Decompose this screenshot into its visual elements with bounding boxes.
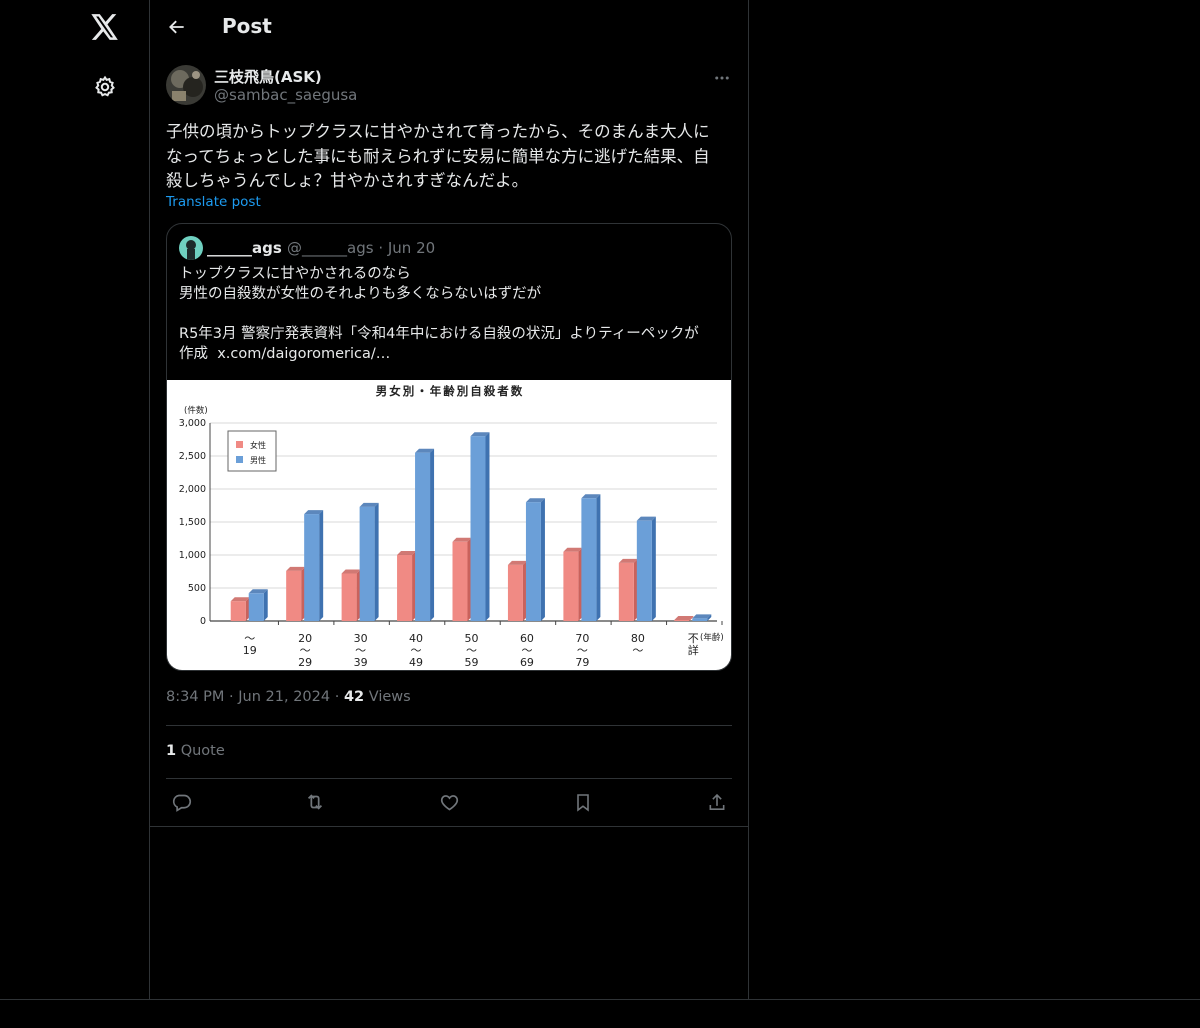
action-bar [166, 790, 732, 814]
y-tick-label: 3,000 [179, 418, 206, 429]
chart-bar [397, 555, 413, 621]
like-heart-icon[interactable] [437, 790, 461, 814]
chart-bar [452, 541, 468, 621]
quoted-handle-text: @______ags [287, 239, 374, 257]
author-name[interactable]: 三枝飛鳥(ASK) [214, 66, 322, 87]
chart-bar [692, 618, 708, 621]
legend-label-male: 男性 [250, 455, 266, 465]
x-tick-label: 49 [409, 656, 423, 669]
quoted-author-handle: @______ags · Jun 20 [287, 239, 435, 257]
chart-bar [286, 570, 302, 621]
legend-swatch-female [236, 441, 243, 448]
divider [0, 999, 1200, 1000]
divider [166, 778, 732, 779]
x-tick-label: 〜 [632, 644, 643, 657]
legend-swatch-male [236, 456, 243, 463]
x-tick-label: 29 [298, 656, 312, 669]
quoted-post[interactable]: ______ags @______ags · Jun 20 トップクラスに甘やか… [166, 223, 732, 671]
divider [166, 725, 732, 726]
x-tick-label: 79 [575, 656, 589, 669]
suicide-chart: 男女別・年齢別自殺者数 (件数) (年齢) 3,000 2,500 2,000 1,5… [179, 384, 724, 669]
x-tick-label: 69 [520, 656, 534, 669]
author-row: 三枝飛鳥(ASK) @sambac_saegusa [166, 64, 732, 106]
post-text: 子供の頃からトップクラスに甘やかされて育ったから、そのまんま大人に なってちょっ… [166, 122, 710, 190]
chart-bar [674, 620, 690, 621]
y-tick-label: 0 [200, 616, 206, 627]
separator-dot: · [334, 689, 344, 705]
chart-bar [248, 593, 264, 621]
quoted-date: Jun 20 [387, 239, 436, 257]
quoted-avatar [179, 236, 203, 260]
separator-dot: · [378, 239, 388, 257]
views-count: 42 [343, 689, 365, 705]
chart-bar [470, 436, 486, 621]
chart-title: 男女別・年齢別自殺者数 [376, 384, 525, 398]
chart-bar [525, 502, 541, 621]
chart-ylabel: (件数) [184, 405, 208, 416]
chart-bar [618, 562, 634, 621]
reply-icon[interactable] [169, 790, 193, 814]
quoted-post-header: ______ags @______ags · Jun 20 [179, 236, 719, 260]
chart-bar [304, 514, 320, 621]
quoted-post-text: トップクラスに甘やかされるのなら 男性の自殺数が女性のそれよりも多くならないはず… [179, 266, 699, 362]
chart-bar-side [540, 498, 545, 621]
chart-xlabel: (年齢) [700, 632, 724, 643]
chart-bar [563, 551, 579, 621]
chart-bar-side [319, 510, 324, 621]
chart-bar-side [651, 516, 656, 621]
chart-bar [341, 573, 357, 621]
more-options-icon[interactable] [712, 68, 732, 88]
post-meta: 8:34 PM · Jun 21, 2024 · 42 Views [166, 689, 411, 705]
back-arrow-icon[interactable] [164, 14, 190, 40]
separator-dot: · [229, 689, 239, 705]
chart-bar [230, 601, 246, 621]
chart-bar [359, 506, 375, 621]
chart-legend: 女性 男性 [227, 430, 277, 472]
post-time[interactable]: 8:34 PM [166, 689, 224, 705]
quotes-count-row[interactable]: 1 Quote [166, 743, 225, 759]
main-column: Post 三枝飛鳥(ASK) @sambac_saegusa 子供の頃からトップ… [150, 0, 749, 1000]
quoted-chart-image: 男女別・年齢別自殺者数 (件数) (年齢) 3,000 2,500 2,000 1,5… [167, 380, 731, 670]
top-bar: Post [150, 0, 748, 54]
x-tick-label: 39 [354, 656, 368, 669]
chart-bar-side [485, 432, 490, 621]
author-handle[interactable]: @sambac_saegusa [214, 86, 357, 104]
divider [150, 826, 749, 827]
translate-post-link[interactable]: Translate post [166, 194, 261, 210]
avatar[interactable] [166, 65, 206, 105]
legend-label-female: 女性 [250, 440, 266, 450]
y-tick-label: 1,000 [179, 550, 206, 561]
y-tick-label: 1,500 [179, 517, 206, 528]
x-tick-label: 59 [465, 656, 479, 669]
x-tick-label: 19 [243, 644, 257, 657]
chart-bar-side [430, 448, 435, 621]
quotes-count: 1 [166, 743, 177, 759]
x-tick-label: 詳 [688, 643, 699, 657]
y-tick-label: 2,000 [179, 484, 206, 495]
post: 三枝飛鳥(ASK) @sambac_saegusa 子供の頃からトップクラスに甘… [166, 64, 732, 812]
chart-bar [507, 564, 523, 621]
chart-bar-side [263, 589, 268, 621]
chart-bar [581, 498, 597, 621]
chart-bar-side [596, 494, 601, 621]
post-date[interactable]: Jun 21, 2024 [238, 689, 330, 705]
page-title: Post [222, 14, 272, 38]
chart-bar [636, 520, 652, 621]
left-navigation [0, 0, 150, 1000]
legend-box [227, 430, 277, 472]
chart-bar-side [374, 502, 379, 621]
share-icon[interactable] [705, 790, 729, 814]
gear-icon[interactable] [90, 72, 120, 102]
x-logo-icon[interactable] [89, 11, 121, 43]
quotes-label: Quote [180, 743, 225, 759]
quoted-author-name: ______ags [207, 239, 282, 257]
repost-icon[interactable] [303, 790, 327, 814]
chart-bar [415, 452, 431, 621]
y-tick-label: 500 [188, 583, 206, 594]
y-tick-label: 2,500 [179, 451, 206, 462]
views-label: Views [368, 689, 411, 705]
bookmark-icon[interactable] [571, 790, 595, 814]
